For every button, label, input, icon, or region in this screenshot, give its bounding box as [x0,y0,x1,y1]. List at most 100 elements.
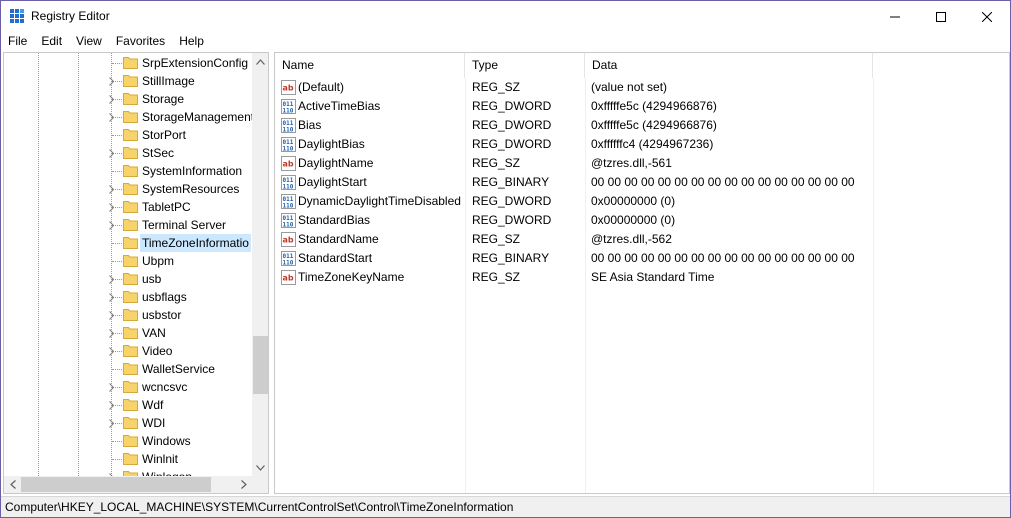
tree-item[interactable]: Winlnit [4,450,252,468]
value-name: DaylightName [298,156,374,170]
tree-expander[interactable] [106,345,116,357]
tree-item[interactable]: Video [4,342,252,360]
tree-item[interactable]: StorPort [4,126,252,144]
menu-file[interactable]: File [1,32,34,51]
tree-expander[interactable] [106,147,116,159]
value-row[interactable]: ab (Default) REG_SZ (value not set) [275,78,1009,97]
value-row[interactable]: 011 110 ActiveTimeBias REG_DWORD 0xfffffe5c … [275,97,1009,116]
value-row[interactable]: 011 110 DynamicDaylightTimeDisabled REG_DWO… [275,192,1009,211]
tree-item[interactable]: WDI [4,414,252,432]
tree-expander[interactable] [106,417,116,429]
tree-expander[interactable] [106,93,116,105]
value-row[interactable]: 011 110 DaylightStart REG_BINARY 00 00 00 00… [275,173,1009,192]
tree-item[interactable]: Ubpm [4,252,252,270]
scrollbar-corner [252,476,268,493]
folder-icon [123,309,138,321]
value-row[interactable]: 011 110 StandardBias REG_DWORD 0x00000000 (0… [275,211,1009,230]
tree-expander[interactable] [106,381,116,393]
folder-icon [123,345,138,357]
tree-item-label: usbflags [142,290,187,304]
value-row[interactable]: 011 110 Bias REG_DWORD 0xfffffe5c (429496687… [275,116,1009,135]
column-header-name[interactable]: Name [275,53,465,78]
tree-item[interactable]: SrpExtensionConfig [4,54,252,72]
value-row[interactable]: 011 110 StandardStart REG_BINARY 00 00 00 00… [275,249,1009,268]
tree-expander[interactable] [106,309,116,321]
menu-edit[interactable]: Edit [34,32,69,51]
binary-value-icon: 011110 [281,213,296,228]
tree-horizontal-scroll-thumb[interactable] [21,477,211,492]
tree-item[interactable]: TabletPC [4,198,252,216]
menu-help[interactable]: Help [172,32,211,51]
key-tree-panel[interactable]: SrpExtensionConfig StillImage Storage Stora… [3,52,269,494]
maximize-button[interactable] [918,1,964,32]
value-name: Bias [298,118,322,132]
minimize-button[interactable] [872,1,918,32]
tree-expander[interactable] [106,327,116,339]
menu-favorites[interactable]: Favorites [109,32,172,51]
svg-text:110: 110 [283,222,294,229]
tree-horizontal-scrollbar[interactable] [4,476,252,493]
tree-expander[interactable] [106,291,116,303]
tree-branch-line [112,243,122,244]
value-row[interactable]: ab TimeZoneKeyName REG_SZ SE Asia Standard … [275,268,1009,287]
tree-item[interactable]: SystemResources [4,180,252,198]
column-header-data[interactable]: Data [585,53,873,78]
value-row[interactable]: ab DaylightName REG_SZ @tzres.dll,-561 [275,154,1009,173]
value-name: StandardStart [298,251,373,265]
tree-item[interactable]: Windows [4,432,252,450]
tree-expander[interactable] [106,219,116,231]
scroll-right-button[interactable] [235,476,252,493]
tree-expander[interactable] [106,273,116,285]
title-bar[interactable]: Registry Editor [1,1,1010,32]
tree-item[interactable]: StorageManagement [4,108,252,126]
tree-item[interactable]: WalletService [4,360,252,378]
tree-item[interactable]: TimeZoneInformatio [4,234,252,252]
registry-editor-app-icon [10,9,24,23]
scroll-up-button[interactable] [252,53,268,70]
close-button[interactable] [964,1,1010,32]
tree-item-label: Winlogon [140,468,194,476]
current-key-path[interactable]: Computer\HKEY_LOCAL_MACHINE\SYSTEM\Curre… [5,497,513,518]
tree-vertical-scrollbar[interactable] [252,53,268,476]
svg-text:ab: ab [283,84,294,93]
scroll-left-button[interactable] [4,476,21,493]
column-header-type[interactable]: Type [465,53,585,78]
value-name: DaylightStart [298,175,367,189]
tree-item[interactable]: Storage [4,90,252,108]
tree-item[interactable]: StillImage [4,72,252,90]
tree-expander[interactable] [106,75,116,87]
binary-value-icon: 011110 [281,251,296,266]
tree-vertical-scroll-thumb[interactable] [253,336,268,394]
value-row[interactable]: 011 110 DaylightBias REG_DWORD 0xffffffc4 (4… [275,135,1009,154]
menu-view[interactable]: View [69,32,109,51]
close-icon [982,11,992,22]
tree-expander[interactable] [106,111,116,123]
tree-expander[interactable] [106,183,116,195]
tree-expander[interactable] [106,201,116,213]
tree-item[interactable]: SystemInformation [4,162,252,180]
tree-item[interactable]: wcncsvc [4,378,252,396]
value-row[interactable]: ab StandardName REG_SZ @tzres.dll,-562 [275,230,1009,249]
key-tree[interactable]: SrpExtensionConfig StillImage Storage Stora… [4,53,252,476]
folder-icon [123,399,138,411]
folder-icon [123,75,138,87]
folder-icon [123,93,138,105]
value-data: 0xffffffc4 (4294967236) [591,137,714,151]
svg-text:ab: ab [283,236,294,245]
chevron-right-icon [108,292,114,302]
tree-item[interactable]: Wdf [4,396,252,414]
tree-item[interactable]: StSec [4,144,252,162]
scroll-down-button[interactable] [252,459,268,476]
tree-item[interactable]: usb [4,270,252,288]
tree-item[interactable]: usbstor [4,306,252,324]
value-name: (Default) [298,80,345,94]
tree-item-label: StillImage [142,74,195,88]
tree-item-label: SystemResources [142,182,240,196]
svg-text:110: 110 [283,260,294,267]
tree-expander[interactable] [106,399,116,411]
tree-item[interactable]: Terminal Server [4,216,252,234]
values-list-panel[interactable]: Name Type Data ab (Default) REG_SZ (value n… [274,52,1010,494]
tree-item[interactable]: usbflags [4,288,252,306]
tree-item[interactable]: Winlogon [4,468,252,476]
tree-item[interactable]: VAN [4,324,252,342]
